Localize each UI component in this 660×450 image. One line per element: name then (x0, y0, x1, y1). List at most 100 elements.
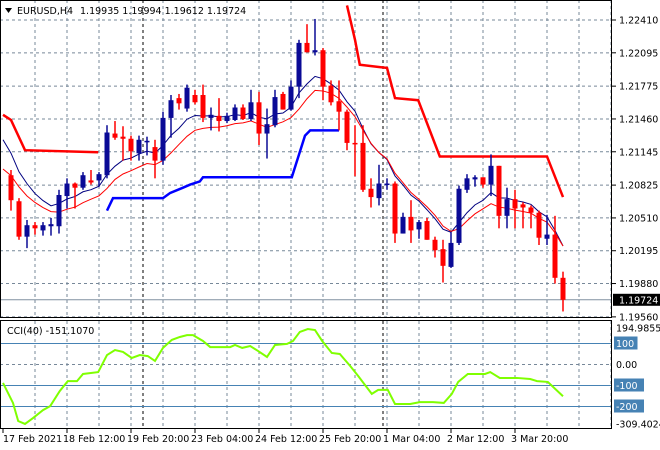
bear-candle (440, 239, 446, 283)
candle-body (400, 216, 406, 234)
candle-body (304, 42, 310, 53)
candle-body (64, 183, 70, 197)
price-tick-label: 1.21460 (619, 114, 658, 125)
bull-candle (504, 187, 510, 229)
bear-candle (200, 84, 206, 123)
candle-body (80, 175, 86, 188)
bear-candle (176, 93, 182, 110)
price-tick-label: 1.21775 (619, 82, 658, 93)
candle-body (144, 140, 150, 143)
candle-body (424, 221, 430, 240)
candle-body (48, 224, 54, 227)
candle-body (528, 207, 534, 213)
bull-candle (224, 112, 230, 124)
candle-body (8, 175, 14, 201)
bear-candle (336, 80, 342, 131)
bull-candle (264, 108, 270, 159)
candle-body (464, 178, 470, 190)
candle-body (176, 98, 182, 104)
ma-slow-line (2, 89, 564, 247)
candle-body (248, 102, 254, 119)
candle-body (264, 124, 270, 134)
bear-candle (8, 170, 14, 211)
bear-candle (240, 104, 246, 120)
chart-canvas: 1.22410 1.22095 1.21775 1.21460 1.21145 1.208… (0, 0, 660, 445)
cci-tick-label: -200 (616, 402, 638, 413)
bear-candle (528, 205, 534, 229)
cci-tick-label: 0.00 (616, 360, 637, 371)
candles (8, 18, 566, 312)
bear-candle (480, 177, 486, 188)
bear-candle (512, 189, 518, 229)
bear-candle (552, 215, 558, 284)
price-tick-label: 1.22095 (619, 48, 658, 59)
candle-body (24, 225, 30, 237)
price-tick-label: 1.20195 (619, 246, 658, 257)
collapse-triangle-icon[interactable] (5, 8, 12, 13)
candle-body (152, 147, 158, 161)
time-label: 1 Mar 04:00 (383, 434, 440, 445)
candle-body (128, 138, 134, 152)
price-tick-label: 1.19560 (619, 312, 658, 323)
bull-candle (272, 89, 278, 128)
bull-candle (104, 125, 110, 179)
candle-body (184, 87, 190, 109)
cci-tick-label: 194.9855 (616, 324, 660, 335)
bull-candle (64, 178, 70, 209)
candle-body (344, 111, 350, 143)
candle-body (456, 188, 462, 243)
time-label: 17 Feb 2021 (3, 434, 62, 445)
candle-body (504, 199, 510, 216)
candle-body (104, 132, 110, 176)
candle-body (360, 142, 366, 190)
bear-candle (280, 91, 286, 110)
bull-candle (400, 212, 406, 234)
candle-body (296, 42, 302, 87)
bull-candle (40, 222, 46, 236)
current-price-label: 1.19724 (619, 295, 658, 306)
candle-body (472, 177, 478, 180)
cci-label: CCI(40) -151.1070 (7, 326, 94, 337)
bear-candle (496, 165, 502, 229)
candle-body (552, 234, 558, 278)
price-tick-label: 1.22410 (619, 16, 658, 27)
bear-candle (120, 126, 126, 161)
time-label: 3 Mar 20:00 (511, 434, 568, 445)
bull-candle (312, 18, 318, 56)
cci-tick-label: -309.4024 (616, 420, 660, 431)
candle-body (384, 183, 390, 186)
bull-candle (232, 104, 238, 122)
bear-candle (304, 24, 310, 53)
bear-candle (536, 210, 542, 245)
bull-candle (376, 164, 382, 206)
bear-candle (352, 125, 358, 177)
cci-levels (0, 343, 612, 407)
candle-body (320, 50, 326, 87)
price-tick-label: 1.20825 (619, 181, 658, 192)
bull-candle (456, 185, 462, 245)
candle-body (40, 225, 46, 231)
price-tick-label: 1.21145 (619, 147, 658, 158)
bull-candle (464, 174, 470, 193)
bull-candle (288, 80, 294, 111)
bear-candle (32, 222, 38, 235)
bear-candle (368, 178, 374, 208)
price-tick-label: 1.20510 (619, 213, 658, 224)
candle-body (192, 95, 198, 103)
candle-body (280, 93, 286, 110)
time-label: 23 Feb 04:00 (191, 434, 253, 445)
bull-candle (384, 178, 390, 190)
bear-candle (392, 181, 398, 243)
bull-candle (80, 172, 86, 190)
candle-body (256, 102, 262, 134)
candle-body (312, 50, 318, 53)
candle-body (232, 107, 238, 120)
candle-body (120, 136, 126, 139)
candle-body (96, 174, 102, 181)
candle-body (480, 177, 486, 185)
candle-body (16, 201, 22, 237)
candle-body (448, 242, 454, 267)
time-label: 18 Feb 12:00 (63, 434, 125, 445)
candle-body (168, 100, 174, 118)
time-label: 25 Feb 20:00 (319, 434, 381, 445)
